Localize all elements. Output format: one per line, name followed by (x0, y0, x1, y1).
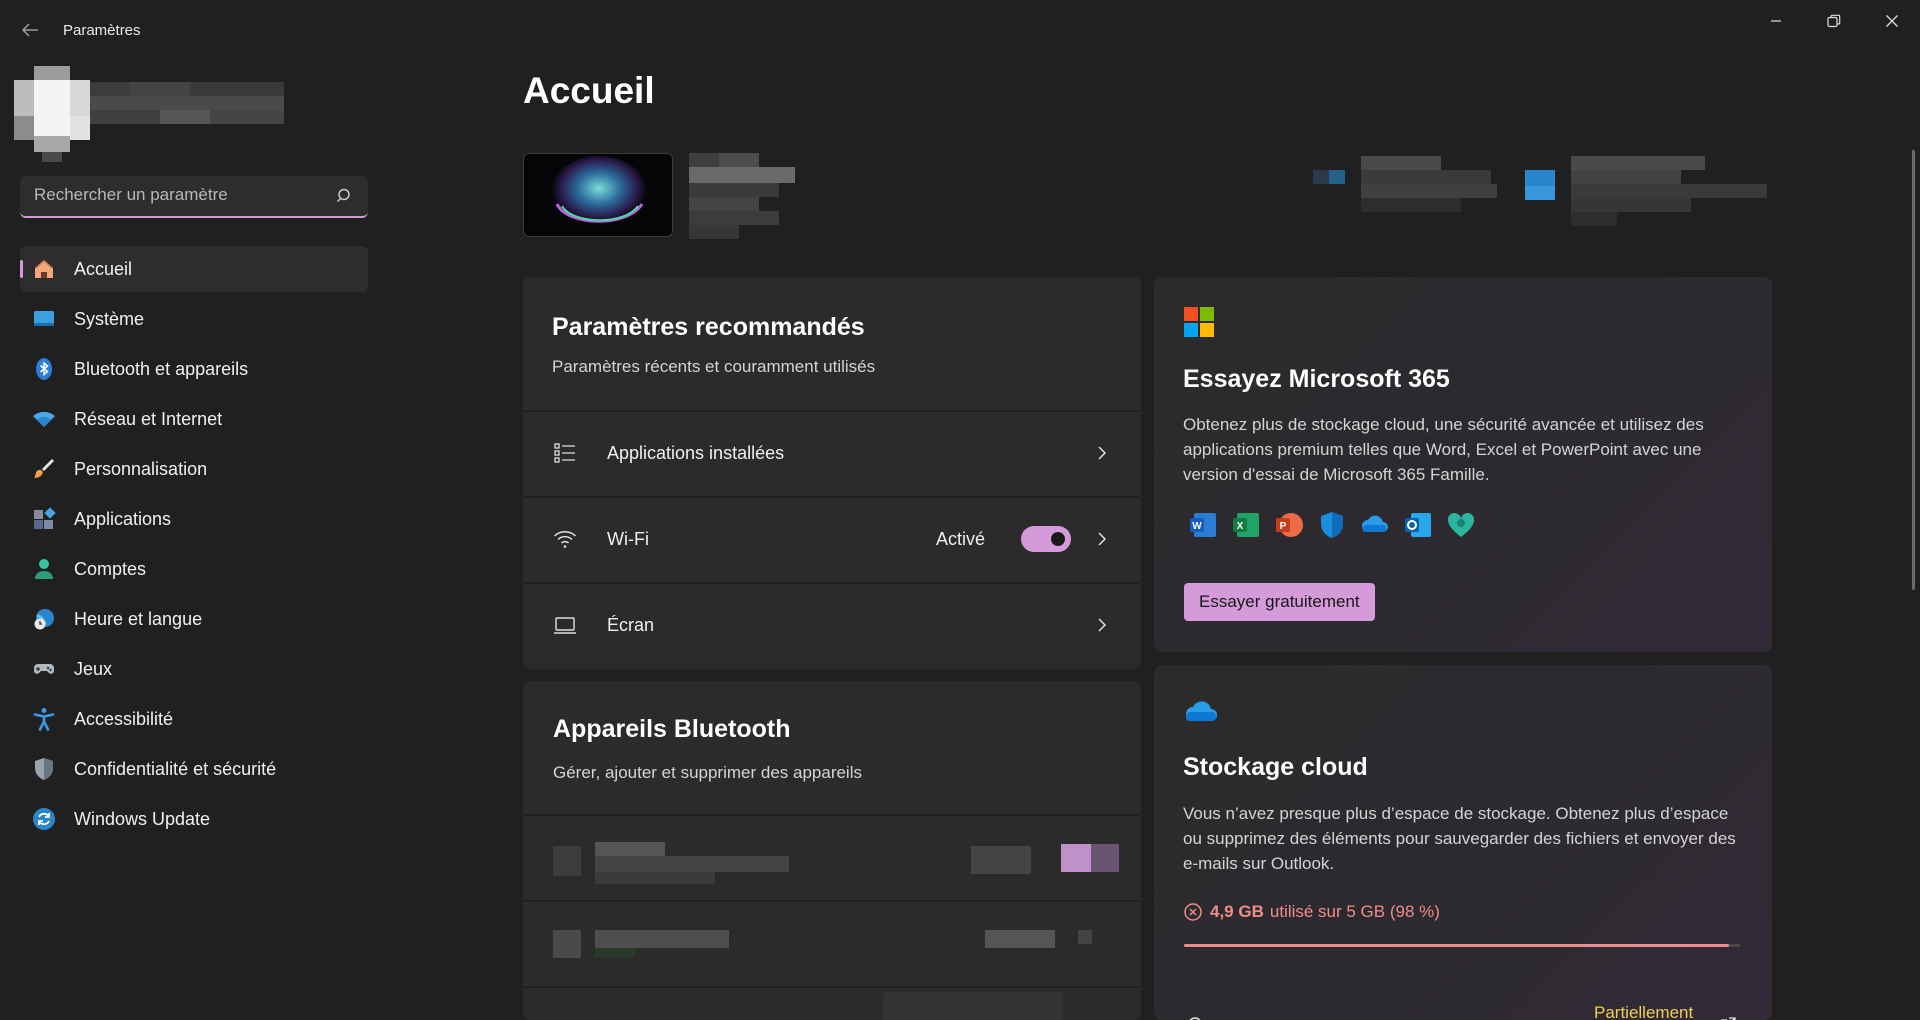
storage-usage: 4,9 GB utilisé sur 5 GB (98 %) (1184, 902, 1440, 922)
gamepad-icon (32, 657, 56, 681)
network-status[interactable] (1313, 156, 1497, 218)
cloud-storage-card: Stockage cloud Vous n’avez presque plus … (1154, 665, 1772, 1020)
person-icon (32, 557, 56, 581)
recommended-settings-card: Paramètres recommandés Paramètres récent… (523, 277, 1141, 669)
bluetooth-icon (32, 357, 56, 381)
brush-icon (32, 457, 56, 481)
system-icon (32, 307, 56, 331)
recommended-title: Paramètres recommandés (552, 313, 865, 341)
sidebar-item-accueil[interactable]: Accueil (20, 246, 368, 292)
avatar (14, 66, 90, 162)
sidebar-item-jeux[interactable]: Jeux (20, 646, 368, 692)
accessibility-icon (32, 707, 56, 731)
laptop-icon (553, 613, 577, 637)
update-icon (32, 807, 56, 831)
sidebar-item-accessibilite[interactable]: Accessibilité (20, 696, 368, 742)
onedrive-icon (1360, 510, 1390, 540)
bluetooth-devices-card: Appareils Bluetooth Gérer, ajouter et su… (523, 681, 1141, 1020)
wifi-status-text: Activé (936, 528, 986, 549)
close-icon[interactable] (1870, 6, 1914, 36)
bluetooth-add-row (523, 986, 1139, 1020)
cloud-title: Stockage cloud (1183, 753, 1368, 781)
row-wifi[interactable]: Wi-Fi Activé (523, 496, 1139, 580)
update-status[interactable] (1525, 156, 1767, 232)
storage-progress-bar (1184, 944, 1740, 947)
wifi-icon (553, 527, 577, 551)
outlook-icon (1403, 510, 1433, 540)
sidebar-item-heure-langue[interactable]: Heure et langue (20, 596, 368, 642)
sync-icon (1186, 1012, 1204, 1020)
bluetooth-device-row[interactable] (523, 814, 1139, 898)
word-icon: W (1188, 510, 1218, 540)
title-bar: Paramètres (0, 0, 1920, 60)
external-link-icon[interactable] (1720, 1012, 1736, 1020)
m365-app-icons: W X P (1188, 510, 1476, 540)
sidebar-item-reseau[interactable]: Réseau et Internet (20, 396, 368, 442)
apps-icon (32, 507, 56, 531)
shield-icon (32, 757, 56, 781)
wallpaper-thumbnail[interactable] (523, 153, 673, 237)
onedrive-cloud-icon (1184, 697, 1220, 723)
try-free-button[interactable]: Essayer gratuitement (1184, 583, 1375, 621)
search-input[interactable] (20, 176, 320, 214)
chevron-right-icon (1095, 446, 1109, 460)
svg-text:W: W (1192, 521, 1202, 532)
sidebar-item-windows-update[interactable]: Windows Update (20, 796, 368, 842)
chevron-right-icon (1095, 618, 1109, 632)
wifi-icon (32, 407, 56, 431)
list-icon (553, 441, 577, 465)
m365-description: Obtenez plus de stockage cloud, une sécu… (1183, 415, 1704, 484)
microsoft-365-card: Essayez Microsoft 365 Obtenez plus de st… (1154, 277, 1772, 652)
bluetooth-device-row[interactable] (523, 900, 1139, 984)
chevron-right-icon (1095, 532, 1109, 546)
error-icon (1184, 903, 1202, 921)
bluetooth-subtitle: Gérer, ajouter et supprimer des appareil… (553, 763, 862, 782)
svg-text:P: P (1280, 521, 1287, 532)
sidebar-item-personnalisation[interactable]: Personnalisation (20, 446, 368, 492)
main-scrollbar[interactable] (1912, 150, 1915, 590)
svg-text:X: X (1237, 521, 1244, 532)
m365-title: Essayez Microsoft 365 (1183, 365, 1450, 393)
powerpoint-icon: P (1274, 510, 1304, 540)
minimize-icon[interactable] (1754, 6, 1798, 36)
search-icon[interactable] (336, 187, 354, 205)
device-name (689, 153, 797, 243)
microsoft-logo-icon (1184, 307, 1214, 337)
search-box[interactable] (20, 176, 368, 218)
cloud-description: Vous n’avez presque plus d’espace de sto… (1183, 804, 1736, 873)
storage-progress-fill (1184, 944, 1729, 947)
restore-icon[interactable] (1812, 6, 1856, 36)
storage-used-value: 4,9 GB (1210, 902, 1264, 921)
user-name (90, 82, 284, 126)
home-icon (32, 257, 56, 281)
sidebar-item-bluetooth[interactable]: Bluetooth et appareils (20, 346, 368, 392)
user-profile[interactable] (14, 66, 284, 162)
globe-clock-icon (32, 607, 56, 631)
sidebar-item-systeme[interactable]: Système (20, 296, 368, 342)
partial-sync-label[interactable]: Partiellement (1594, 1003, 1693, 1020)
excel-icon: X (1231, 510, 1261, 540)
row-display[interactable]: Écran (523, 582, 1139, 666)
page-title: Accueil (523, 70, 655, 111)
sidebar-nav: Accueil Système Bluetooth et appareils R… (20, 246, 368, 846)
wifi-toggle[interactable] (1021, 526, 1071, 552)
sidebar-item-comptes[interactable]: Comptes (20, 546, 368, 592)
sidebar-item-applications[interactable]: Applications (20, 496, 368, 542)
back-arrow-icon[interactable] (18, 18, 42, 42)
recommended-subtitle: Paramètres récents et couramment utilisé… (552, 357, 876, 376)
storage-used-suffix: utilisé sur 5 GB (98 %) (1269, 902, 1440, 921)
family-safety-icon (1446, 510, 1476, 540)
window-title: Paramètres (63, 22, 141, 39)
row-installed-apps[interactable]: Applications installées (523, 410, 1139, 494)
sidebar-item-confidentialite[interactable]: Confidentialité et sécurité (20, 746, 368, 792)
bluetooth-title: Appareils Bluetooth (553, 715, 791, 743)
defender-icon (1317, 510, 1347, 540)
